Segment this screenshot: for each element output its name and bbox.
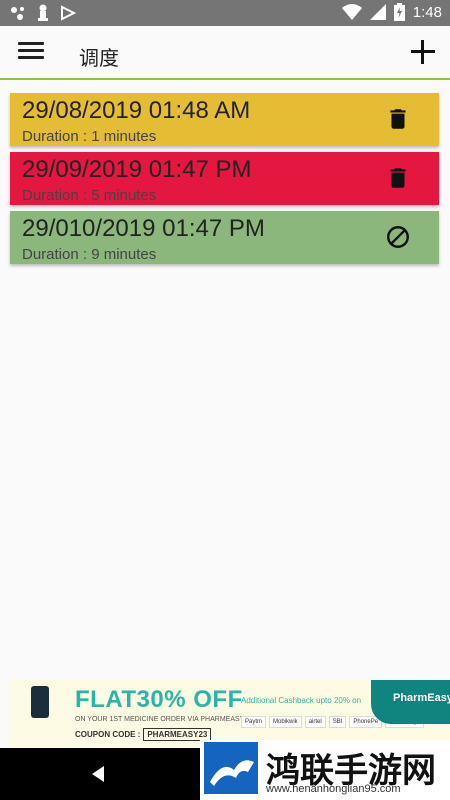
schedule-duration: Duration : 5 minutes — [22, 187, 157, 204]
schedule-card[interactable]: 29/010/2019 01:47 PM Duration : 9 minute… — [10, 211, 439, 264]
ad-brand-box: PharmEasy — [371, 680, 450, 724]
ad-cashback: Additional Cashback upto 20% on — [241, 696, 362, 705]
schedule-card[interactable]: 29/09/2019 01:47 PM Duration : 5 minutes — [10, 152, 439, 205]
back-icon[interactable] — [88, 764, 108, 784]
status-bar: 1:48 — [0, 0, 450, 26]
add-icon[interactable] — [410, 39, 436, 65]
watermark-logo — [204, 742, 258, 794]
payment-logo: Paytm — [241, 716, 267, 728]
schedule-datetime: 29/09/2019 01:47 PM — [22, 156, 252, 183]
trash-icon[interactable] — [385, 106, 411, 132]
ad-headline-prefix: FLAT — [75, 686, 137, 713]
signal-icon — [369, 4, 386, 20]
watermark-url: www.henanhonglian95.com — [266, 783, 401, 795]
menu-icon[interactable] — [18, 42, 44, 64]
page-title: 调度 — [79, 46, 119, 70]
chess-pawn-icon — [38, 4, 48, 21]
schedule-card[interactable]: 29/08/2019 01:48 AM Duration : 1 minutes — [10, 93, 439, 146]
notification-dots-icon — [11, 7, 24, 20]
trash-icon[interactable] — [385, 165, 411, 191]
ad-headline: FLAT30% OFF — [75, 686, 243, 714]
clock: 1:48 — [412, 3, 442, 21]
ad-headline-discount: 30% OFF — [136, 686, 243, 713]
schedule-duration: Duration : 1 minutes — [22, 128, 157, 145]
watermark: 鸿联手游网 www.henanhonglian95.com — [200, 740, 450, 800]
play-store-icon — [61, 5, 76, 21]
battery-charging-icon — [393, 3, 405, 21]
schedule-list: 29/08/2019 01:48 AM Duration : 1 minutes… — [10, 93, 439, 270]
coupon-label: COUPON CODE : — [75, 730, 141, 739]
ad-subline: ON YOUR 1ST MEDICINE ORDER VIA PHARMEASY — [75, 716, 245, 723]
phone-illustration — [31, 686, 49, 718]
payment-logo: SBI — [328, 716, 347, 728]
ad-banner[interactable]: FLAT30% OFF ON YOUR 1ST MEDICINE ORDER V… — [9, 680, 450, 748]
app-bar: 调度 — [0, 26, 450, 80]
payment-logo: airtel — [304, 716, 326, 728]
payment-logo: Mobikwik — [269, 716, 302, 728]
schedule-duration: Duration : 9 minutes — [22, 246, 157, 263]
block-icon[interactable] — [385, 224, 411, 250]
ad-brand: PharmEasy — [393, 692, 450, 704]
wifi-icon — [341, 4, 362, 20]
schedule-datetime: 29/08/2019 01:48 AM — [22, 97, 251, 124]
ad-coupon: COUPON CODE : PHARMEASY23 — [75, 728, 212, 741]
schedule-datetime: 29/010/2019 01:47 PM — [22, 215, 265, 242]
